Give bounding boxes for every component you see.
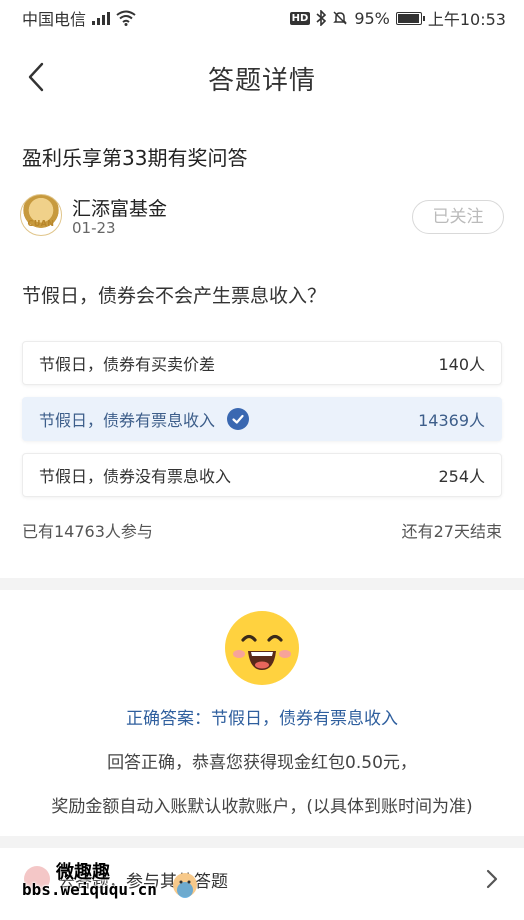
carrier-label: 中国电信: [22, 10, 87, 29]
option-label: 节假日，债券有票息收入: [39, 411, 216, 430]
page-title: 答题详情: [207, 66, 316, 96]
option-count: 140人: [438, 355, 485, 374]
section-divider: [0, 836, 524, 848]
publisher-row: CUAN 汇添富基金 01-23 已关注: [20, 194, 504, 240]
hd-icon: HD: [289, 11, 311, 25]
participants-count: 已有14763人参与: [22, 522, 153, 541]
option-label: 节假日，债券有买卖价差: [39, 355, 216, 374]
quiz-stats: 已有14763人参与 还有27天结束: [22, 518, 502, 542]
more-quizzes-label: 去答题，参与其他答题: [58, 871, 228, 892]
option-label-wrap: 节假日，债券有票息收入: [39, 407, 250, 431]
publish-date: 01-23: [72, 219, 116, 237]
option-2[interactable]: 节假日，债券有票息收入 14369人: [22, 397, 502, 441]
avatar: [24, 866, 50, 892]
bluetooth-icon: [316, 10, 327, 26]
option-label-wrap: 节假日，债券没有票息收入: [39, 463, 231, 487]
publisher-name[interactable]: 汇添富基金: [72, 194, 167, 221]
option-1[interactable]: 节假日，债券有买卖价差 140人: [22, 341, 502, 385]
wifi-icon: [116, 10, 136, 26]
chevron-right-icon: [486, 869, 498, 889]
battery-fill: [397, 13, 419, 23]
clock: 上午10:53: [427, 10, 506, 29]
smiling-face-icon: [225, 611, 299, 685]
status-left: 中国电信: [22, 6, 136, 30]
more-quizzes-row[interactable]: 去答题，参与其他答题: [0, 848, 524, 910]
reward-note: 奖励金额自动入账默认收款账户，(以具体到账时间为准): [51, 797, 473, 817]
correct-answer: 正确答案：节假日，债券有票息收入: [126, 709, 398, 729]
publisher-logo: CUAN: [20, 194, 62, 236]
option-3[interactable]: 节假日，债券没有票息收入 254人: [22, 453, 502, 497]
option-label-wrap: 节假日，债券有买卖价差: [39, 351, 215, 375]
mute-bell-icon: [333, 11, 348, 25]
quiz-title: 盈利乐享第33期有奖问答: [22, 146, 248, 170]
nav-bar: 答题详情: [0, 46, 524, 108]
signal-icon: [92, 11, 111, 25]
publisher-logo-text: CUAN: [27, 219, 55, 228]
option-label: 节假日，债券没有票息收入: [39, 467, 232, 486]
check-icon: [227, 408, 250, 430]
option-count: 254人: [438, 467, 485, 486]
status-bar: 中国电信 HD 95% 上午10:53: [0, 0, 524, 36]
status-right: HD 95% 上午10:53: [289, 6, 506, 30]
follow-button[interactable]: 已关注: [412, 200, 504, 234]
battery-percent: 95%: [354, 8, 390, 28]
option-count: 14369人: [418, 411, 485, 430]
reward-message: 回答正确，恭喜您获得现金红包0.50元，: [107, 753, 417, 773]
question-text: 节假日，债券会不会产生票息收入？: [22, 285, 327, 307]
time-remaining: 还有27天结束: [401, 522, 502, 541]
battery-icon: [395, 11, 425, 25]
section-divider: [0, 578, 524, 590]
